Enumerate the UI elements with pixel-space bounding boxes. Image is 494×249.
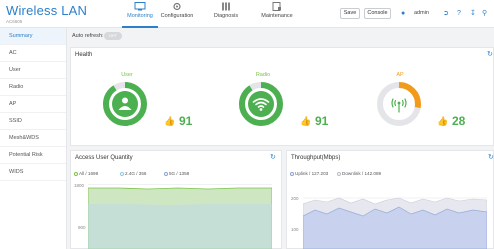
legend-marker (74, 172, 78, 176)
auto-refresh-toggle[interactable]: OFF (104, 32, 122, 40)
y-tick-label: 1800 (74, 183, 85, 188)
gear-icon (173, 2, 181, 11)
radio-health-score: 91 (315, 114, 329, 128)
sidebar-item-mesh-wds[interactable]: Mesh&WDS (0, 130, 66, 147)
user-icon (122, 97, 128, 104)
radio-health-gauge (239, 82, 283, 126)
tab-diagnosis[interactable]: Diagnosis (204, 2, 248, 26)
search-icon[interactable]: ⚲ (482, 9, 487, 18)
legend-all[interactable]: All / 1698 (74, 171, 98, 176)
y-tick-label: 900 (78, 225, 86, 230)
maintenance-icon (272, 2, 281, 11)
user-health-score: 91 (179, 114, 193, 128)
download-icon[interactable]: ↧ (470, 9, 476, 18)
sidebar-item-wids[interactable]: WIDS (0, 164, 66, 181)
series-5g-area (88, 204, 272, 249)
app-title: Wireless LAN (6, 3, 88, 18)
sidebar-item-ssid[interactable]: SSID (0, 113, 66, 130)
brand: Wireless LAN AC6605 (6, 3, 87, 24)
gauge-label-user: User (121, 72, 133, 78)
sidebar-item-ac[interactable]: AC (0, 45, 66, 62)
series-uplink-area (303, 206, 487, 249)
username[interactable]: admin (414, 10, 429, 16)
legend-marker (164, 172, 168, 176)
auto-refresh-label: Auto refresh: (72, 33, 104, 39)
thumbs-up-icon: 👍 (437, 116, 449, 126)
card-title: Throughput(Mbps) (291, 155, 341, 161)
sidebar-item-radio[interactable]: Radio (0, 79, 66, 96)
legend-marker (120, 172, 124, 176)
tab-label: Configuration (160, 13, 194, 19)
refresh-icon[interactable]: ↻ (487, 51, 493, 59)
sidebar-item-user[interactable]: User (0, 62, 66, 79)
tab-label: Diagnosis (213, 13, 239, 19)
thumbs-up-icon: 👍 (300, 116, 312, 126)
card-title: Health (75, 52, 93, 58)
sidebar: Summary AC User Radio AP SSID Mesh&WDS P… (0, 28, 67, 249)
tab-maintenance[interactable]: Maintenance (255, 2, 299, 26)
legend-marker (290, 172, 294, 176)
sidebar-item-potential-risk[interactable]: Potential Risk (0, 147, 66, 164)
monitor-icon (134, 2, 146, 11)
sidebar-item-ap[interactable]: AP (0, 96, 66, 113)
user-icon: ● (401, 10, 406, 17)
legend-uplink[interactable]: Uplink / 127.203 (290, 171, 328, 176)
card-title: Access User Quantity (75, 155, 133, 161)
legend-5g[interactable]: 5G / 1358 (164, 171, 189, 176)
gauge-label-radio: Radio (255, 72, 271, 78)
console-button[interactable]: Console (364, 8, 391, 19)
user-health-gauge (103, 82, 147, 126)
legend-downlink[interactable]: Downlink / 142.089 (337, 171, 381, 176)
y-tick-label: 100 (291, 227, 299, 232)
refresh-icon[interactable]: ↻ (488, 154, 494, 162)
save-button[interactable]: Save (340, 8, 360, 19)
thumbs-up-icon: 👍 (164, 116, 176, 126)
gauge-label-ap: AP (396, 72, 404, 78)
sidebar-item-summary[interactable]: Summary (0, 28, 66, 45)
legend-marker (337, 172, 341, 176)
y-tick-label: 200 (291, 196, 299, 201)
access-user-chart-area (88, 184, 272, 249)
diagnosis-icon (222, 2, 230, 11)
logout-icon[interactable]: ➲ (443, 9, 449, 18)
ap-health-score: 28 (452, 114, 466, 128)
help-icon[interactable]: ? (457, 9, 461, 18)
top-header: Wireless LAN AC6605 Monitoring Configura… (0, 0, 494, 28)
device-model: AC6605 (6, 19, 23, 24)
tab-label: Maintenance (261, 13, 293, 19)
throughput-chart-area (303, 197, 487, 249)
refresh-icon[interactable]: ↻ (270, 154, 276, 162)
tab-configuration[interactable]: Configuration (155, 2, 199, 26)
ap-health-gauge (377, 82, 421, 126)
legend-2-4g[interactable]: 2.4G / 356 (120, 171, 146, 176)
